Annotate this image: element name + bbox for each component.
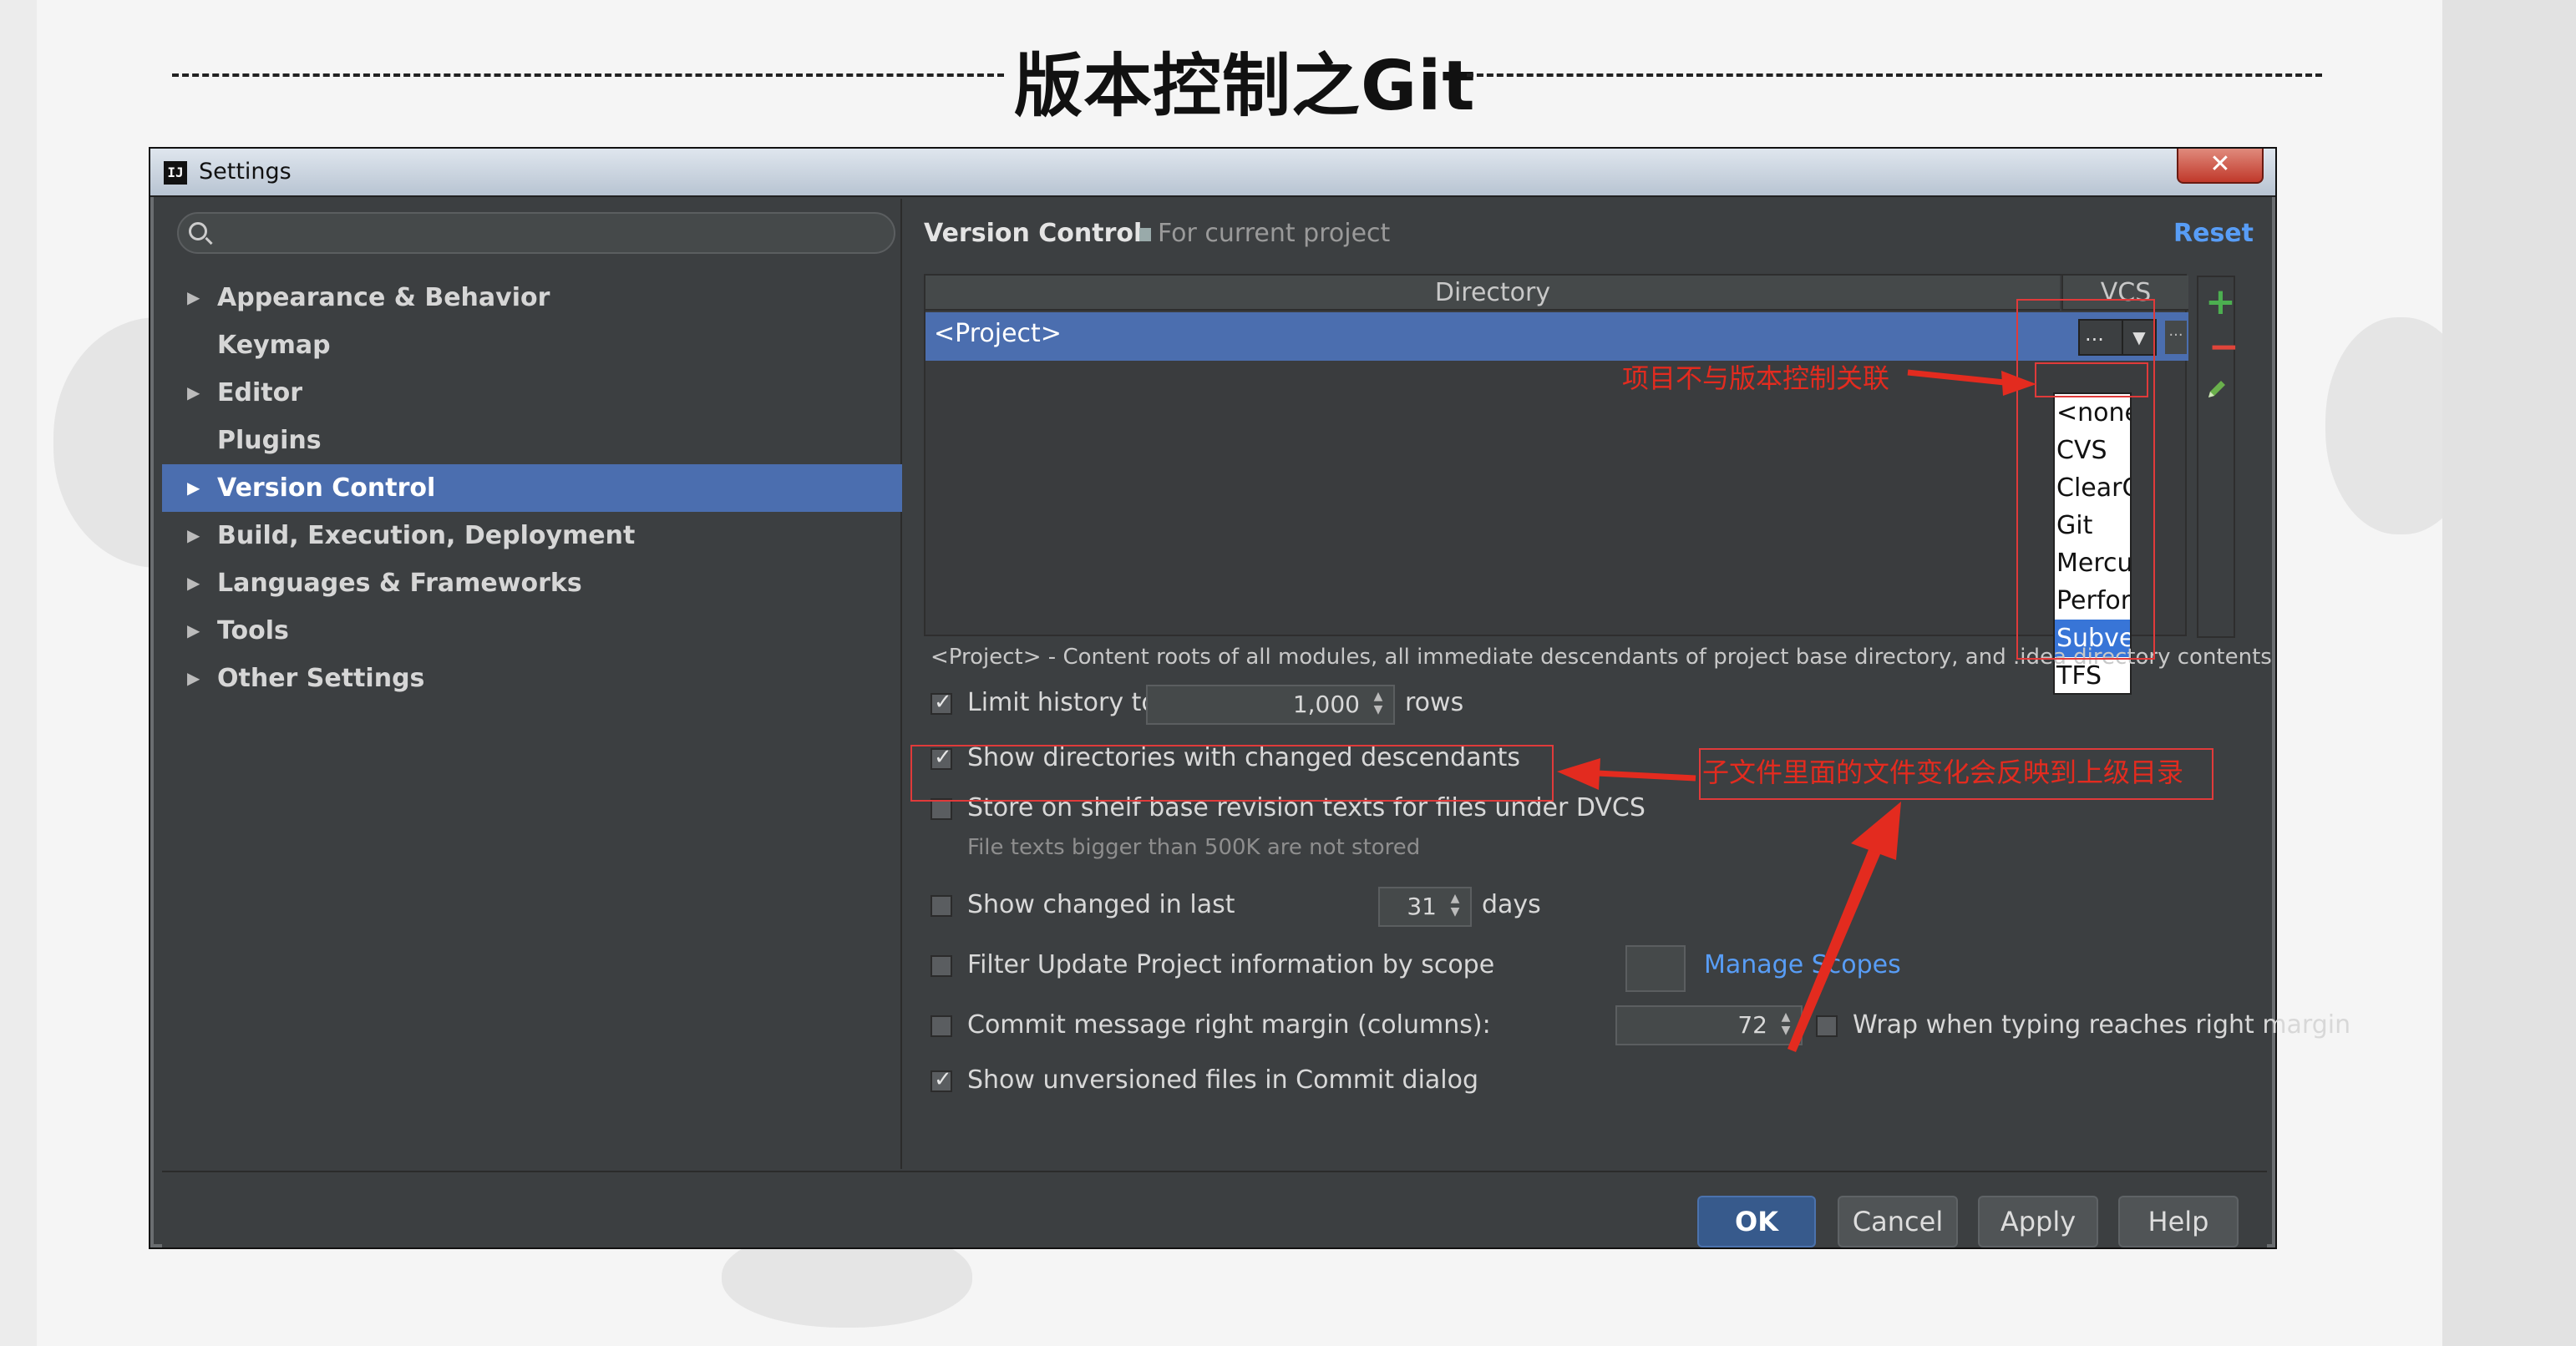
sidebar-item-label: Other Settings	[217, 664, 425, 693]
manage-scopes-link[interactable]: Manage Scopes	[1704, 950, 1901, 979]
spinner-arrows-icon[interactable]: ▲ ▼	[1443, 892, 1467, 922]
expand-arrow-icon: ▶	[187, 620, 200, 640]
window-titlebar[interactable]: IJ Settings ✕	[150, 149, 2275, 197]
table-row[interactable]: <Project> ... ▼ ···	[925, 312, 2188, 361]
days-suffix: days	[1482, 890, 1541, 919]
ok-button[interactable]: OK	[1697, 1196, 1816, 1247]
annotation-box-dropdown	[2016, 299, 2155, 660]
sidebar-item-tools[interactable]: ▶ Tools	[162, 607, 902, 655]
wrap-typing-checkbox[interactable]	[1816, 1015, 1838, 1037]
sidebar-item-languages[interactable]: ▶ Languages & Frameworks	[162, 559, 902, 607]
sidebar-item-version-control[interactable]: ▶ Version Control	[162, 464, 902, 512]
expand-arrow-icon: ▶	[187, 478, 200, 498]
changed-days-value: 31	[1407, 893, 1437, 920]
cancel-button[interactable]: Cancel	[1838, 1196, 1958, 1247]
settings-window: IJ Settings ✕ ▶ Appearance & Behavior Key…	[149, 147, 2350, 1249]
sidebar-item-keymap[interactable]: Keymap	[162, 321, 902, 369]
changed-days-input[interactable]: 31 ▲ ▼	[1378, 887, 1472, 927]
column-header-directory[interactable]: Directory	[925, 276, 2060, 311]
commit-margin-value: 72	[1737, 1011, 1767, 1039]
apply-button[interactable]: Apply	[1978, 1196, 2098, 1247]
edit-pencil-icon[interactable]	[2205, 377, 2229, 401]
title-dashed-line-left	[172, 73, 1004, 77]
limit-history-value: 1,000	[1292, 691, 1360, 718]
annotation-box-none	[2035, 362, 2148, 397]
sidebar-item-label: Build, Execution, Deployment	[217, 521, 636, 550]
slide-title: 版本控制之Git	[1014, 47, 1476, 126]
sidebar-item-other-settings[interactable]: ▶ Other Settings	[162, 655, 902, 702]
sidebar-item-editor[interactable]: ▶ Editor	[162, 369, 902, 417]
add-icon[interactable]: +	[2205, 284, 2236, 321]
store-shelf-note: File texts bigger than 500K are not stor…	[967, 835, 1421, 860]
dialog-footer: OK Cancel Apply Help	[162, 1171, 2267, 1247]
reset-link[interactable]: Reset	[2173, 219, 2254, 248]
sidebar-item-appearance[interactable]: ▶ Appearance & Behavior	[162, 274, 902, 321]
slide-edge	[2442, 0, 2576, 1346]
show-changed-last-label: Show changed in last	[967, 890, 1235, 919]
more-button[interactable]: ···	[2165, 321, 2187, 354]
expand-arrow-icon: ▶	[187, 668, 200, 688]
sidebar-item-label: Tools	[217, 616, 289, 645]
sidebar-item-label: Keymap	[217, 331, 331, 360]
sidebar-item-build[interactable]: ▶ Build, Execution, Deployment	[162, 512, 902, 559]
spinner-arrows-icon[interactable]: ▲ ▼	[1774, 1010, 1798, 1040]
help-button[interactable]: Help	[2118, 1196, 2239, 1247]
rows-suffix: rows	[1405, 688, 1464, 717]
sidebar-item-label: Version Control	[217, 473, 436, 503]
annotation-none-note: 项目不与版本控制关联	[1622, 362, 1890, 394]
search-input[interactable]	[177, 212, 895, 254]
annotation-box-show-dirs	[910, 745, 1554, 802]
sidebar-item-label: Editor	[217, 378, 302, 407]
search-icon	[189, 222, 207, 240]
sidebar-item-label: Appearance & Behavior	[217, 283, 550, 312]
annotation-dirs-note: 子文件里面的文件变化会反映到上级目录	[1702, 756, 2184, 788]
scope-select[interactable]	[1625, 945, 1686, 992]
show-changed-last-checkbox[interactable]	[931, 895, 952, 917]
filter-update-checkbox[interactable]	[931, 955, 952, 977]
commit-margin-checkbox[interactable]	[931, 1015, 952, 1037]
expand-arrow-icon: ▶	[187, 287, 200, 307]
vcs-mappings-table: Directory VCS <Project> ... ▼ ···	[924, 274, 2188, 636]
close-button[interactable]: ✕	[2177, 149, 2264, 184]
commit-margin-input[interactable]: 72 ▲ ▼	[1615, 1005, 1803, 1045]
wrap-typing-label: Wrap when typing reaches right margin	[1853, 1010, 2351, 1040]
show-unversioned-label: Show unversioned files in Commit dialog	[967, 1065, 1479, 1095]
expand-arrow-icon: ▶	[187, 573, 200, 593]
page-subtitle: For current project	[1139, 219, 1390, 248]
directory-cell: <Project>	[934, 319, 1062, 348]
project-icon	[1139, 227, 1151, 241]
expand-arrow-icon: ▶	[187, 525, 200, 545]
page-subtitle-text: For current project	[1158, 219, 1391, 248]
page-title: Version Control	[924, 219, 1143, 248]
limit-history-input[interactable]: 1,000 ▲ ▼	[1146, 685, 1395, 725]
expand-arrow-icon: ▶	[187, 382, 200, 402]
show-unversioned-checkbox[interactable]	[931, 1067, 952, 1092]
table-toolbar: + −	[2197, 276, 2239, 638]
commit-margin-label: Commit message right margin (columns):	[967, 1010, 1491, 1040]
spinner-arrows-icon[interactable]: ▲ ▼	[1367, 690, 1390, 720]
remove-icon[interactable]: −	[2208, 329, 2239, 366]
title-dashed-line-right	[1467, 73, 2322, 77]
window-title: Settings	[199, 159, 292, 185]
sidebar-item-label: Languages & Frameworks	[217, 569, 582, 598]
intellij-icon: IJ	[164, 161, 187, 185]
limit-history-checkbox[interactable]	[931, 690, 952, 715]
sidebar-item-plugins[interactable]: Plugins	[162, 417, 902, 464]
filter-update-label: Filter Update Project information by sco…	[967, 950, 1495, 979]
sidebar-item-label: Plugins	[217, 426, 322, 455]
settings-sidebar: ▶ Appearance & Behavior Keymap ▶ Editor Pl…	[162, 199, 902, 1169]
limit-history-label: Limit history to:	[967, 688, 1165, 717]
settings-nav: ▶ Appearance & Behavior Keymap ▶ Editor Pl…	[162, 274, 902, 702]
